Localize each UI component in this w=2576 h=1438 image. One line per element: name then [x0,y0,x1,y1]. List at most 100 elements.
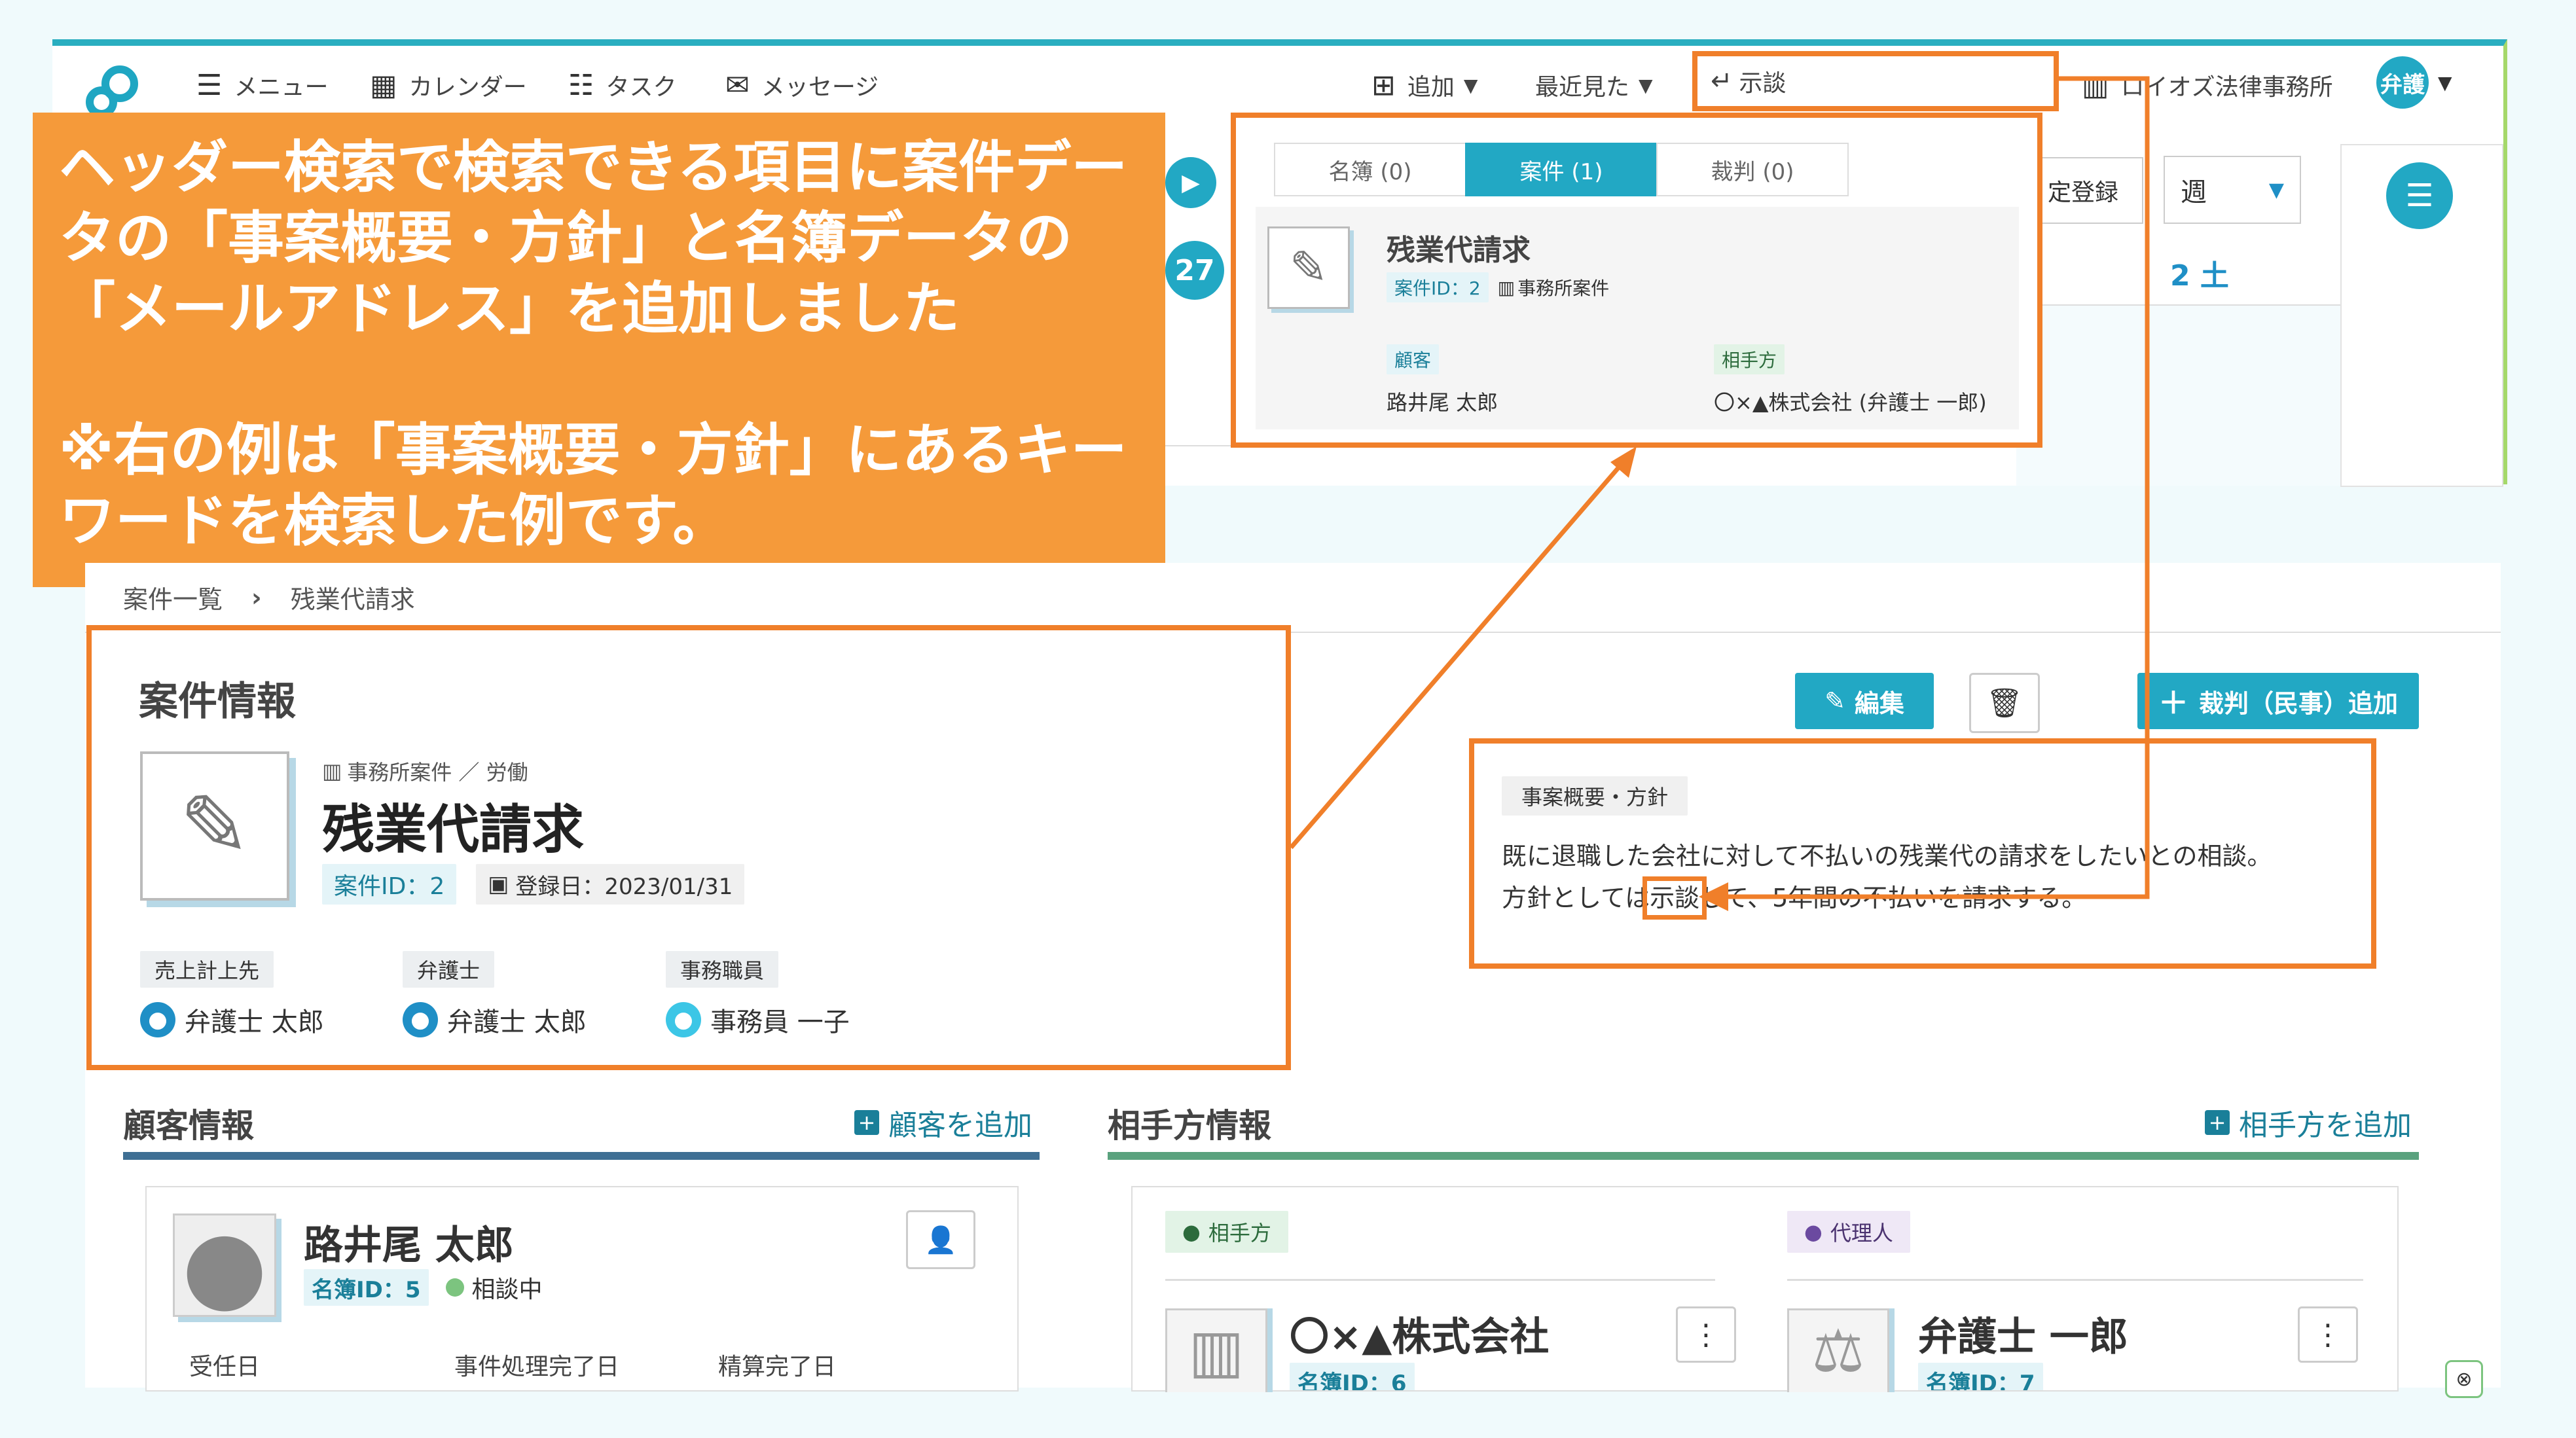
header-search-input[interactable]: ↵ 示談 [1692,51,2059,111]
summary-line1: 既に退職した会社に対して不払いの残業代の請求をしたいとの相談。 [1502,842,2272,871]
callout-spacer [59,344,1139,415]
more-vertical-icon: ⋮ [2313,1318,2342,1352]
building-icon: ▥ [2082,68,2109,102]
firm-switcher[interactable]: ▥ ロイオズ法律事務所 [2082,65,2333,105]
play-right-icon: ▶ [1182,169,1200,196]
chevron-down-icon: ▼ [1639,74,1653,96]
case-document-icon: ✎ [140,751,289,901]
building-icon: ▥ [322,759,342,783]
callout-line1: ヘッダー検索で検索できる項目に案件データの「事案概要・方針」と名簿データの「メー… [59,135,1128,342]
document-edit-icon: ✎ [1267,226,1350,309]
person-lawyer[interactable]: ● 弁護士 太郎 [403,1001,587,1039]
opponent-tag: ● 相手方 [1165,1211,1288,1253]
registered-date-text: 登録日：2023/01/31 [515,873,733,900]
client-field-labels: 受任日 事件処理完了日 精算完了日 [189,1348,836,1382]
close-circle-icon: ⊗ [2456,1367,2473,1391]
user-tie-icon: ● [1804,1219,1823,1244]
recent-menu-button[interactable]: 最近見た ▼ [1535,65,1653,105]
add-opponent-link[interactable]: + 相手方を追加 [2205,1102,2412,1143]
person-staff[interactable]: ● 事務員 一子 [666,1001,850,1039]
add-trial-button[interactable]: ＋ 裁判（民事）追加 [2137,673,2419,729]
tab-trials-label: 裁判 (0) [1711,158,1794,185]
add-client-label: 顧客を追加 [888,1109,1032,1142]
firm-name: ロイオズ法律事務所 [2120,74,2333,101]
role-staff: 事務職員 ● 事務員 一子 [666,951,850,1039]
case-category: ▥ 事務所案件 ／ 労働 [322,756,528,786]
list-toggle-button[interactable]: ☰ [2386,162,2453,229]
case-meta: 案件ID：2 ▣ 登録日：2023/01/31 [322,864,745,905]
status-dot-icon [445,1278,464,1297]
summary-label-chip: 事案概要・方針 [1502,776,1688,816]
opponent-section-title: 相手方情報 [1108,1107,1271,1145]
role-label: 売上計上先 [140,951,274,988]
user-menu[interactable]: 弁護 ▼ [2376,56,2452,109]
nav-menu[interactable]: ☰ メニュー [196,65,328,105]
add-client-link[interactable]: + 顧客を追加 [854,1102,1032,1143]
calendar-date-label: 2 土 [2170,252,2229,294]
plus-square-icon: + [854,1110,879,1135]
mail-icon: ✉ [725,68,750,102]
case-summary-panel: 事案概要・方針 既に退職した会社に対して不払いの残業代の請求をしたいとの相談。 … [1469,738,2376,969]
client-status-text: 相談中 [471,1276,543,1303]
client-label-chip: 顧客 [1387,344,1440,374]
role-lawyer: 弁護士 ● 弁護士 太郎 [403,951,587,1039]
calendar-day-27[interactable]: 27 [1165,241,1224,300]
edit-button[interactable]: ✎ 編集 [1795,673,1934,729]
calendar-icon: ▦ [370,68,397,102]
calendar-next-button[interactable]: ▶ [1165,157,1216,208]
role-label: 弁護士 [403,951,495,988]
result-client-name: 路井尾 太郎 [1387,390,1498,415]
agent-more-button[interactable]: ⋮ [2298,1306,2358,1363]
add-menu-button[interactable]: ⊞ 追加 ▼ [1371,65,1478,105]
summary-line2-suffix: して、5年間の不払いを請求する。 [1699,884,2087,912]
agent-name: 弁護士 一郎 [1918,1314,2128,1360]
role-revenue: 売上計上先 ● 弁護士 太郎 [140,951,324,1039]
calendar-grid-left [1165,445,2016,486]
result-office-label: 事務所案件 [1517,278,1610,299]
tab-trials[interactable]: 裁判 (0) [1656,143,1849,196]
company-building-icon: ▥ [1165,1308,1267,1392]
add-menu-label: 追加 [1407,74,1455,101]
summary-text: 既に退職した会社に対して不払いの残業代の請求をしたいとの相談。 方針としては示談… [1502,835,2366,920]
callout-annotation: ヘッダー検索で検索できる項目に案件データの「事案概要・方針」と名簿データの「メー… [33,113,1165,587]
delete-button[interactable]: 🗑 [1969,673,2040,733]
opponent-divider [1165,1279,1715,1281]
user-avatar-icon: ● [666,1002,701,1037]
opponent-more-button[interactable]: ⋮ [1676,1306,1736,1363]
field-completed-date: 事件処理完了日 [454,1354,620,1380]
nav-menu-label: メニュー [234,74,329,101]
caret-down-icon: ▼ [2268,178,2284,202]
trash-icon: 🗑 [1986,687,2023,720]
case-info-title: 案件情報 [139,679,296,725]
nav-message[interactable]: ✉ メッセージ [725,65,879,105]
breadcrumb-case-list[interactable]: 案件一覧 [123,579,223,615]
person-revenue[interactable]: ● 弁護士 太郎 [140,1001,324,1039]
person-name: 弁護士 太郎 [185,1007,324,1037]
person-name: 弁護士 太郎 [447,1007,587,1037]
search-result-item[interactable]: ✎ 残業代請求 案件ID：2 ▥ 事務所案件 顧客 路井尾 太郎 相手方 〇×▲… [1256,207,2019,429]
opponent-id-chip: 名簿ID：6 [1290,1363,1415,1390]
field-accepted-date: 受任日 [189,1354,261,1380]
agent-divider [1787,1279,2363,1281]
breadcrumb: 案件一覧 › 残業代請求 [123,579,415,615]
calendar-view-select[interactable]: 週 ▼ [2164,156,2301,224]
opponent-label-chip: 相手方 [1714,344,1785,374]
summary-line2-prefix: 方針としては [1502,884,1650,912]
user-avatar-icon: ● [403,1002,438,1037]
plus-icon: ＋ [2158,685,2188,721]
edit-button-label: 編集 [1854,689,1904,718]
client-card: ● 路井尾 太郎 名簿ID：5 相談中 👤 受任日 事件処理完了日 精算完了日 [145,1186,1019,1392]
tab-directory[interactable]: 名簿 (0) [1274,143,1466,196]
opponent-name: 〇×▲株式会社 [1290,1314,1550,1360]
nav-task[interactable]: ☷ タスク [568,65,676,105]
close-widget-button[interactable]: ⊗ [2445,1360,2483,1398]
plus-square-icon: + [2205,1110,2230,1135]
nav-message-label: メッセージ [761,74,879,101]
client-name: 路井尾 太郎 [304,1223,514,1268]
client-menu-button[interactable]: 👤 [906,1210,975,1269]
user-badge-text: 弁護 [2380,71,2425,98]
enter-return-icon: ↵ [1711,66,1733,96]
tab-cases[interactable]: 案件 (1) [1465,143,1658,196]
scales-icon: ⚖ [1787,1308,1889,1392]
nav-calendar[interactable]: ▦ カレンダー [370,65,527,105]
